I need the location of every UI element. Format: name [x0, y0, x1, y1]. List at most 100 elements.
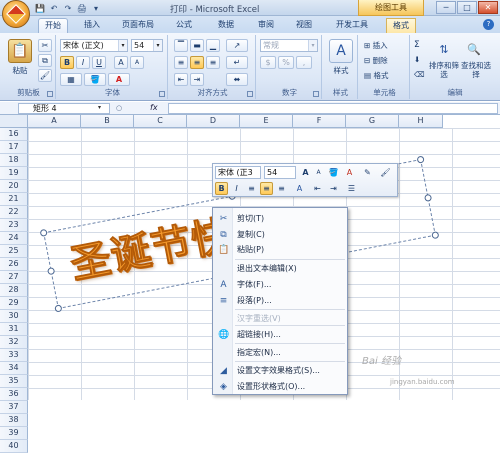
row-header[interactable]: 17 [0, 141, 28, 154]
redo-icon[interactable]: ↷ [62, 2, 74, 14]
context-menu-item[interactable]: A 字体(F)... [213, 278, 347, 292]
align-bottom-icon[interactable]: ▁ [206, 39, 220, 52]
mini-font-name-combo[interactable]: 宋体 (正3 [215, 166, 261, 179]
number-format-combo[interactable]: 常规 ▾ [260, 39, 318, 52]
row-header[interactable]: 20 [0, 180, 28, 193]
context-menu-item[interactable]: 🌐 超链接(H)... [213, 328, 347, 342]
decrease-indent-icon[interactable]: ⇤ [174, 73, 188, 86]
mini-align-left-icon[interactable]: ≡ [245, 182, 258, 195]
context-menu-item[interactable]: ≡ 段落(P)... [213, 294, 347, 308]
mini-grow-font-button[interactable]: A [299, 166, 312, 179]
mini-align-right-icon[interactable]: ≡ [275, 182, 288, 195]
mini-shrink-font-button[interactable]: A [312, 166, 325, 179]
chevron-down-icon[interactable]: ▾ [98, 104, 101, 111]
underline-button[interactable]: U [92, 56, 106, 69]
format-cells-button[interactable]: ▤ 格式 [364, 70, 388, 81]
font-name-combo[interactable]: 宋体 (正文) ▾ [60, 39, 128, 52]
fill-icon[interactable]: ⬇ [414, 55, 420, 64]
column-header[interactable]: G [346, 115, 399, 128]
mini-outline-icon[interactable]: ✎ [361, 166, 374, 179]
chevron-down-icon[interactable]: ▾ [308, 40, 317, 51]
increase-indent-icon[interactable]: ⇥ [190, 73, 204, 86]
paste-icon[interactable]: 📋 [8, 39, 32, 63]
resize-handle[interactable] [47, 267, 56, 276]
row-header[interactable]: 21 [0, 193, 28, 206]
merge-center-icon[interactable]: ⬌ [226, 73, 248, 86]
row-header[interactable]: 35 [0, 375, 28, 388]
row-header[interactable]: 37 [0, 401, 28, 414]
format-painter-icon[interactable]: 🖌 [38, 69, 52, 82]
bold-button[interactable]: B [60, 56, 74, 69]
column-header[interactable]: F [293, 115, 346, 128]
context-menu-item[interactable]: ◈ 设置形状格式(O)... [213, 380, 347, 394]
row-header[interactable]: 39 [0, 427, 28, 440]
select-all-corner[interactable] [0, 115, 28, 128]
align-top-icon[interactable]: ▔ [174, 39, 188, 52]
insert-function-button[interactable]: fx [150, 103, 158, 112]
chevron-down-icon[interactable]: ▾ [153, 40, 162, 51]
maximize-button[interactable]: □ [457, 1, 477, 14]
row-header[interactable]: 36 [0, 388, 28, 401]
resize-handle[interactable] [39, 228, 48, 237]
row-header[interactable]: 16 [0, 128, 28, 141]
row-header[interactable]: 18 [0, 154, 28, 167]
tab-page-layout[interactable]: 页面布局 [116, 18, 160, 33]
styles-button-label[interactable]: 样式 [326, 65, 356, 76]
column-header[interactable]: A [28, 115, 81, 128]
wrap-text-icon[interactable]: ↵ [226, 56, 248, 69]
font-color-button[interactable]: A [108, 73, 130, 86]
minimize-button[interactable]: ─ [436, 1, 456, 14]
find-select-icon[interactable]: 🔍 [464, 39, 484, 59]
delete-cells-button[interactable]: ⊟ 删除 [364, 55, 388, 66]
help-icon[interactable]: ? [483, 19, 494, 30]
row-header[interactable]: 19 [0, 167, 28, 180]
row-header[interactable]: 25 [0, 245, 28, 258]
comma-button[interactable]: , [296, 56, 312, 69]
tab-review[interactable]: 审阅 [252, 18, 280, 33]
mini-format-painter-icon[interactable]: 🖌 [379, 166, 392, 179]
context-menu-item[interactable]: ◢ 设置文字效果格式(S)... [213, 364, 347, 378]
row-header[interactable]: 28 [0, 284, 28, 297]
font-launcher-icon[interactable] [159, 91, 165, 97]
name-box[interactable]: 矩形 4 [18, 103, 110, 114]
row-header[interactable]: 32 [0, 336, 28, 349]
mini-increase-indent-icon[interactable]: ⇥ [327, 182, 340, 195]
customize-qat-icon[interactable]: ▾ [90, 2, 102, 14]
sort-filter-label[interactable]: 排序和筛选 [428, 61, 460, 79]
clipboard-launcher-icon[interactable] [47, 91, 53, 97]
context-menu-item[interactable]: ✂ 剪切(T) [213, 212, 347, 226]
find-select-label[interactable]: 查找和选择 [460, 61, 492, 79]
chevron-down-icon[interactable]: ▾ [118, 40, 127, 51]
column-header[interactable]: E [240, 115, 293, 128]
formula-input[interactable] [168, 103, 498, 114]
row-header[interactable]: 30 [0, 310, 28, 323]
print-preview-icon[interactable]: 🖨 [76, 2, 88, 14]
row-header[interactable]: 38 [0, 414, 28, 427]
row-header[interactable]: 34 [0, 362, 28, 375]
align-center-icon[interactable]: ≡ [190, 56, 204, 69]
sort-filter-icon[interactable]: ⇅ [434, 39, 454, 59]
row-header[interactable]: 40 [0, 440, 28, 453]
row-header[interactable]: 33 [0, 349, 28, 362]
clear-icon[interactable]: ⌫ [414, 70, 425, 79]
grow-font-button[interactable]: A [114, 56, 128, 69]
undo-icon[interactable]: ↶ [48, 2, 60, 14]
column-header[interactable]: B [81, 115, 134, 128]
mini-font-size-combo[interactable]: 54 [264, 166, 296, 179]
tab-data[interactable]: 数据 [212, 18, 240, 33]
context-menu-item[interactable]: ⧉ 复制(C) [213, 228, 347, 242]
mini-decrease-indent-icon[interactable]: ⇤ [311, 182, 324, 195]
row-header[interactable]: 31 [0, 323, 28, 336]
context-menu-item[interactable]: 📋 粘贴(P) [213, 243, 347, 257]
align-right-icon[interactable]: ≡ [206, 56, 220, 69]
mini-bold-button[interactable]: B [215, 182, 228, 195]
tab-insert[interactable]: 插入 [78, 18, 106, 33]
fill-color-icon[interactable]: 🪣 [84, 73, 106, 86]
copy-icon[interactable]: ⧉ [38, 54, 52, 67]
tab-format[interactable]: 格式 [386, 18, 416, 33]
column-header[interactable]: C [134, 115, 187, 128]
row-header[interactable]: 23 [0, 219, 28, 232]
mini-italic-button[interactable]: I [230, 182, 243, 195]
mini-font-color-icon[interactable]: A [343, 166, 356, 179]
cut-icon[interactable]: ✂ [38, 39, 52, 52]
